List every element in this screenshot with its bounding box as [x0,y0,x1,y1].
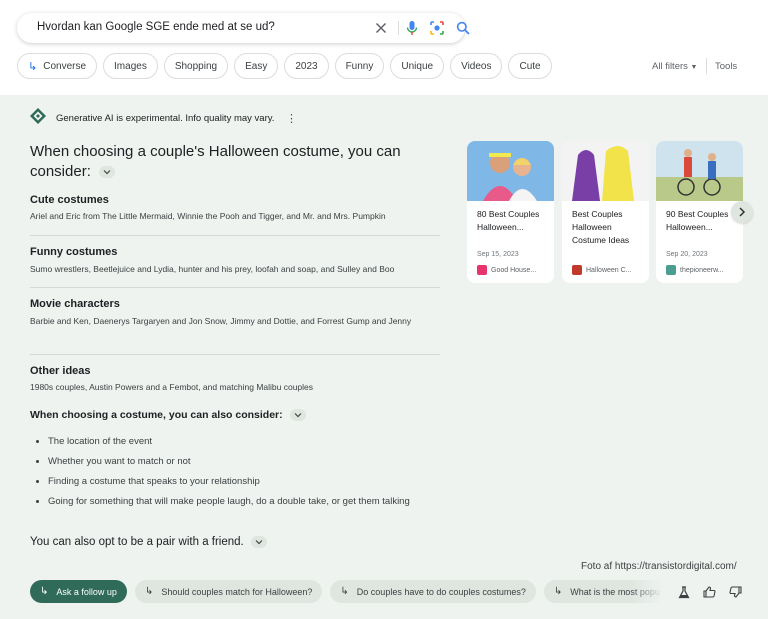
heading-text: When choosing a couple's Halloween costu… [30,143,401,180]
card-source: Halloween C... [572,265,632,275]
card-source-name: thepioneerw... [680,266,724,274]
section-body: Sumo wrestlers, Beetlejuice and Lydia, h… [30,264,395,274]
section-divider [30,354,440,355]
card-source-name: Halloween C... [586,266,632,274]
experimental-notice: Generative AI is experimental. Info qual… [30,107,275,129]
experimental-text: Generative AI is experimental. Info qual… [56,112,275,124]
list-item: Whether you want to match or not [30,454,430,469]
card-title: 90 Best Couples Halloween... [666,209,729,232]
section-body: 1980s couples, Austin Powers and a Fembo… [30,382,314,392]
search-box[interactable]: Hvordan kan Google SGE ende med at se ud… [17,13,470,43]
card-title: 80 Best Couples Halloween... [477,209,540,232]
card-source: Good House... [477,265,536,275]
reply-arrow-icon: ↳ [553,586,563,597]
section-divider [30,287,440,288]
card-image [656,141,743,201]
close-icon[interactable] [371,18,391,38]
chip-easy[interactable]: Easy [234,53,279,79]
chip-unique[interactable]: Unique [390,53,445,79]
chip-label: Funny [345,60,374,72]
suggested-question-chip[interactable]: ↳ Should couples match for Halloween? [134,580,323,603]
pair-text-label: You can also opt to be a pair with a fri… [30,536,244,549]
search-input[interactable]: Hvordan kan Google SGE ende med at se ud… [37,21,275,33]
chip-label: Easy [245,60,268,72]
followup-label: Ask a follow up [56,586,117,597]
chip-converse[interactable]: ↳ Converse [17,53,98,79]
favicon-icon [666,265,676,275]
next-cards-button[interactable] [731,201,753,223]
list-item: The location of the event [30,434,430,449]
followup-label: Do couples have to do couples costumes? [356,586,526,597]
card-source-name: Good House... [491,266,537,274]
followup-row: ↳ Ask a follow up ↳ Should couples match f… [30,580,662,603]
list-item: Finding a costume that speaks to your re… [30,474,430,489]
caret-down-icon: ▼ [690,64,698,71]
lens-icon[interactable] [427,18,447,38]
card-title: Best Couples Halloween Costume Ideas [572,209,630,245]
section-title: Funny costumes [30,246,118,258]
source-card[interactable]: 90 Best Couples Halloween... Sep 20, 202… [656,141,743,283]
section-divider [30,235,440,236]
chip-label: Unique [401,60,434,72]
list-item: Going for something that will make peopl… [30,494,430,509]
sge-logo-icon [30,107,46,129]
suggested-question-chip[interactable]: ↳ Do couples have to do couples costumes? [330,580,536,603]
more-options-icon[interactable]: ⋮ [286,112,297,125]
mic-icon[interactable] [402,18,422,38]
section-title: Other ideas [30,365,91,377]
chip-label: 2023 [295,60,318,72]
chevron-down-icon[interactable] [289,409,306,422]
chip-label: Images [114,60,147,72]
favicon-icon [477,265,487,275]
also-consider-title: When choosing a costume, you can also co… [30,409,306,422]
chevron-down-icon[interactable] [99,166,116,179]
search-divider [398,21,399,35]
all-filters-button[interactable]: All filters ▼ [652,61,697,72]
toolbar-divider [706,58,707,74]
chip-videos[interactable]: Videos [450,53,503,79]
card-image [467,141,554,201]
chip-label: Shopping [174,60,218,72]
chevron-right-icon [739,207,746,217]
flask-icon[interactable] [677,585,691,599]
reply-arrow-icon: ↳ [40,586,49,597]
chip-funny[interactable]: Funny [334,53,385,79]
card-date: Sep 20, 2023 [666,251,708,258]
bullet-list: The location of the event Whether you wa… [30,434,430,514]
chip-shopping[interactable]: Shopping [163,53,229,79]
photo-credit: Foto af https://transistordigital.com/ [581,561,737,572]
source-card[interactable]: Best Couples Halloween Costume Ideas Hal… [562,141,649,283]
section-body: Barbie and Ken, Daenerys Targaryen and J… [30,316,412,326]
chevron-down-icon[interactable] [250,536,267,548]
all-filters-label: All filters [652,61,688,72]
chip-label: Cute [519,60,541,72]
card-image [562,141,649,201]
reply-arrow-icon: ↳ [144,586,154,597]
scroll-fade [630,580,664,603]
tools-button[interactable]: Tools [715,61,737,72]
reply-arrow-icon: ↳ [28,60,38,73]
thumbs-down-icon[interactable] [728,585,742,599]
ask-follow-up-button[interactable]: ↳ Ask a follow up [30,580,127,603]
chip-label: Converse [43,60,87,72]
chip-2023[interactable]: 2023 [284,53,329,79]
source-card[interactable]: 80 Best Couples Halloween... Sep 15, 202… [467,141,554,283]
chip-cute[interactable]: Cute [508,53,552,79]
card-date: Sep 15, 2023 [477,251,519,258]
section-body: Ariel and Eric from The Little Mermaid, … [30,211,386,221]
chip-images[interactable]: Images [103,53,158,79]
card-source: thepioneerw... [666,265,724,275]
sge-heading: When choosing a couple's Halloween costu… [30,142,410,182]
section-title: Movie characters [30,298,120,310]
pair-text: You can also opt to be a pair with a fri… [30,536,267,548]
followup-label: Should couples match for Halloween? [161,586,313,597]
search-icon[interactable] [453,18,473,38]
favicon-icon [572,265,582,275]
also-consider-text: When choosing a costume, you can also co… [30,409,283,421]
filter-chips: ↳ Converse Images Shopping Easy 2023 Funn… [17,53,552,79]
section-title: Cute costumes [30,194,109,206]
thumbs-up-icon[interactable] [702,585,716,599]
reply-arrow-icon: ↳ [340,586,349,597]
chip-label: Videos [461,60,492,72]
